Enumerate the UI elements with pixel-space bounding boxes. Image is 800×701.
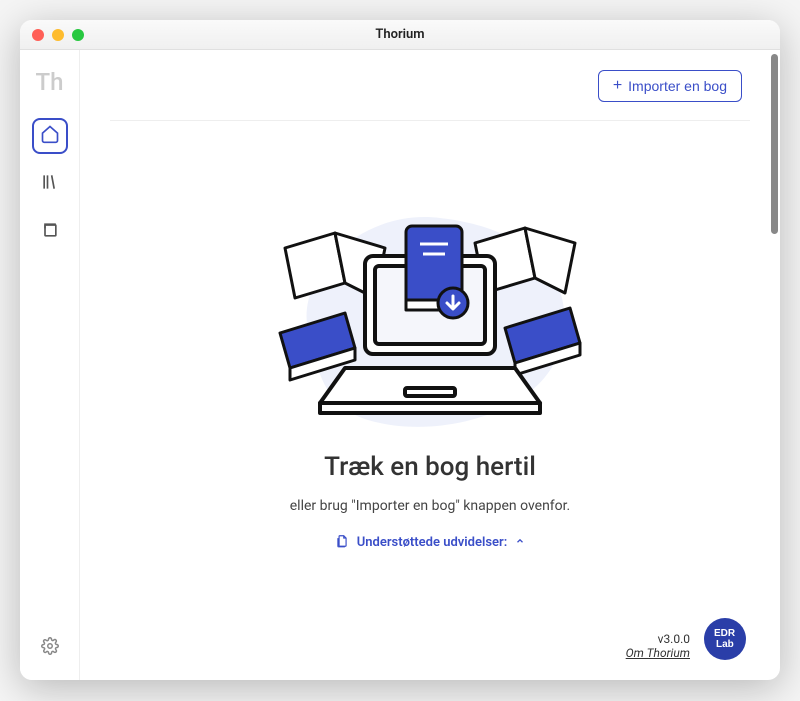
window-title: Thorium [375,27,424,42]
nav-library[interactable] [32,166,68,202]
document-icon [335,534,349,552]
nav-catalogs[interactable] [32,214,68,250]
gear-icon [41,637,59,659]
nav-settings[interactable] [32,630,68,666]
empty-state-headline: Træk en bog hertil [324,452,536,482]
empty-state-subline: eller brug "Importer en bog" knappen ove… [290,498,571,514]
plus-icon: + [613,78,622,94]
svg-text:EDR: EDR [714,628,736,639]
home-icon [40,124,60,148]
version-label: v3.0.0 [626,632,690,646]
footer: v3.0.0 Om Thorium EDR Lab [110,608,750,660]
scrollbar[interactable] [771,54,778,234]
titlebar: Thorium [20,20,780,50]
import-book-button[interactable]: + Importer en bog [598,70,742,102]
about-link[interactable]: Om Thorium [626,646,690,660]
supported-extensions-label: Understøttede udvidelser: [357,535,508,550]
app-window: Thorium Th [20,20,780,680]
nav-home[interactable] [32,118,68,154]
chevron-up-icon [515,535,525,550]
windows-icon [40,220,60,244]
toolbar: + Importer en bog [110,70,750,121]
footer-text: v3.0.0 Om Thorium [626,632,690,660]
edrlab-badge[interactable]: EDR Lab [704,618,746,660]
fullscreen-window-button[interactable] [72,29,84,41]
drag-drop-illustration [250,188,610,438]
app-logo: Th [36,68,64,96]
close-window-button[interactable] [32,29,44,41]
supported-extensions-toggle[interactable]: Understøttede udvidelser: [335,534,526,552]
sidebar: Th [20,50,80,680]
main-content: + Importer en bog [80,50,780,680]
books-icon [40,172,60,196]
import-button-label: Importer en bog [628,78,727,94]
window-controls [32,29,84,41]
window-body: Th [20,50,780,680]
minimize-window-button[interactable] [52,29,64,41]
svg-text:Lab: Lab [716,639,734,650]
empty-state: Træk en bog hertil eller brug "Importer … [110,121,750,608]
